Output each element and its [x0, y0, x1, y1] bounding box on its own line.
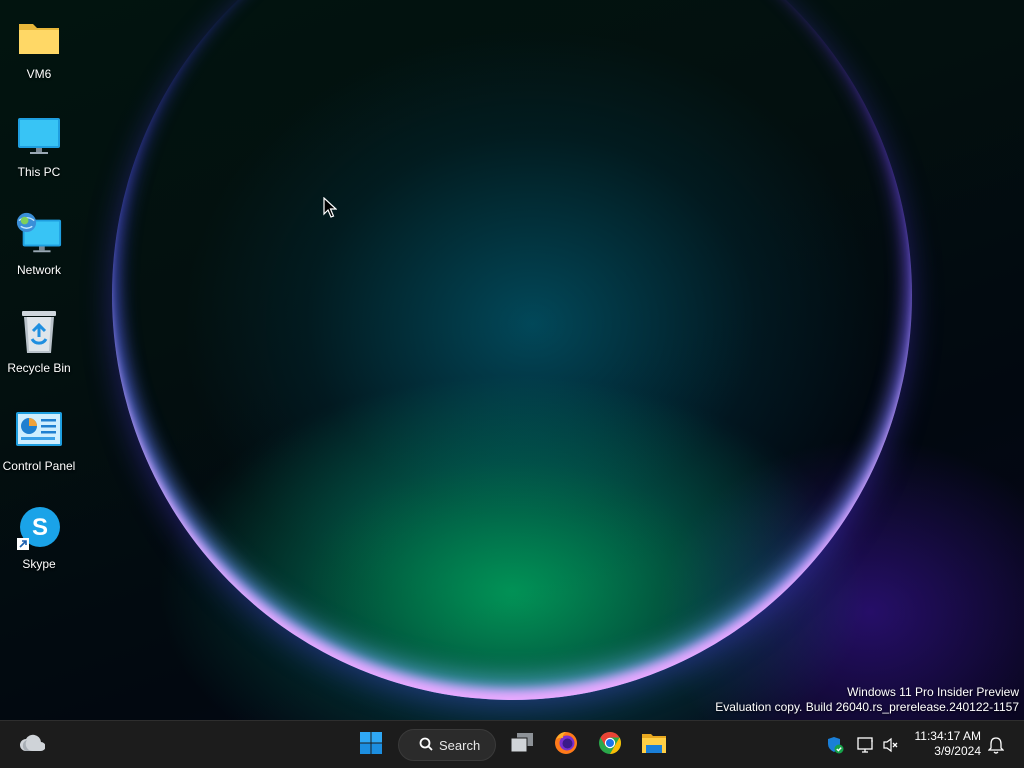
- clock-date: 3/9/2024: [934, 744, 981, 758]
- weather-icon: [19, 732, 46, 759]
- watermark-edition: Windows 11 Pro Insider Preview: [847, 685, 1019, 699]
- desktop-icon-label: Control Panel: [2, 459, 76, 473]
- chrome-icon: [597, 730, 623, 761]
- control-panel-icon: [15, 406, 63, 454]
- desktop-icon-skype[interactable]: S Skype: [0, 498, 78, 588]
- desktop-icon-control-panel[interactable]: Control Panel: [0, 400, 78, 490]
- taskbar-search-box[interactable]: Search: [398, 729, 496, 761]
- clock-time: 11:34:17 AM: [914, 729, 982, 743]
- folder-icon: [15, 14, 63, 62]
- network-icon: [15, 210, 63, 258]
- search-icon: [419, 737, 439, 754]
- desktop-icon-label: Skype: [22, 557, 56, 571]
- monitor-icon: [15, 112, 63, 160]
- search-label: Search: [439, 737, 481, 753]
- mouse-cursor-icon: [323, 196, 338, 224]
- watermark-build: Evaluation copy. Build 26040.rs_prerelea…: [715, 700, 1019, 714]
- firefox-icon: [553, 730, 579, 761]
- svg-text:S: S: [32, 514, 48, 541]
- start-icon: [359, 731, 383, 760]
- desktop-icon-this-pc[interactable]: This PC: [0, 106, 78, 196]
- desktop-wallpaper: VM6 This PC Network Recycle Bin Control …: [0, 0, 1024, 720]
- wallpaper-bloom: [112, 0, 912, 700]
- windows-security-icon[interactable]: [825, 735, 845, 755]
- task-view-button[interactable]: [506, 729, 538, 761]
- desktop-icon-label: VM6: [26, 67, 52, 81]
- file-explorer-button[interactable]: [638, 729, 670, 761]
- desktop-icon-network[interactable]: Network: [0, 204, 78, 294]
- notification-bell-icon[interactable]: [986, 735, 1006, 755]
- evaluation-watermark: Windows 11 Pro Insider Preview Evaluatio…: [715, 685, 1019, 715]
- volume-muted-icon[interactable]: [881, 735, 901, 755]
- recycle-bin-icon: [15, 308, 63, 356]
- taskbar: Search 11:34:17 AM 3/9/2024: [0, 720, 1024, 768]
- file-explorer-icon: [641, 732, 667, 759]
- taskbar-clock[interactable]: 11:34:17 AM 3/9/2024: [915, 729, 982, 759]
- network-status-icon[interactable]: [856, 735, 876, 755]
- skype-icon: S: [15, 504, 63, 552]
- widgets-button[interactable]: [16, 729, 48, 761]
- desktop-icon-label: Network: [16, 263, 61, 277]
- chrome-button[interactable]: [594, 729, 626, 761]
- desktop-icon-vm6[interactable]: VM6: [0, 8, 78, 98]
- task-view-icon: [509, 732, 535, 759]
- start-button[interactable]: [355, 729, 387, 761]
- desktop-icon-recycle-bin[interactable]: Recycle Bin: [0, 302, 78, 392]
- firefox-button[interactable]: [550, 729, 582, 761]
- desktop-icon-label: Recycle Bin: [7, 361, 71, 375]
- desktop-icon-label: This PC: [17, 165, 61, 179]
